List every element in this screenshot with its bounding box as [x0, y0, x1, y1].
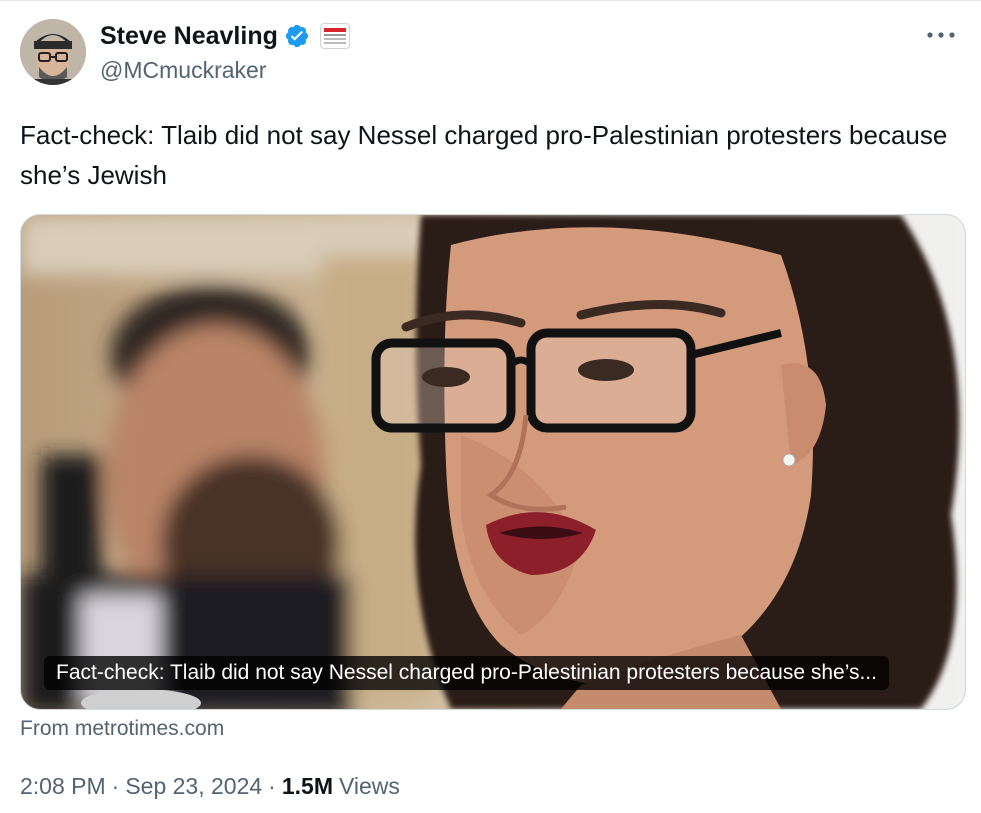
- tweet-container: Steve Neavling @MCmuckraker Fact-check: …: [0, 0, 981, 813]
- avatar-image: [20, 19, 86, 85]
- author-avatar[interactable]: [20, 19, 86, 85]
- author-display-name[interactable]: Steve Neavling: [100, 22, 278, 51]
- author-handle[interactable]: @MCmuckraker: [100, 57, 266, 84]
- affiliate-badge-icon[interactable]: [319, 23, 350, 49]
- meta-separator: ·: [111, 773, 120, 799]
- card-photo: [21, 215, 965, 709]
- verified-badge-icon: [284, 23, 310, 49]
- views-count: 1.5M: [281, 773, 333, 799]
- meta-separator: ·: [268, 773, 276, 799]
- tweet-date[interactable]: Sep 23, 2024: [125, 773, 262, 800]
- views-label: Views: [338, 773, 400, 799]
- more-options-icon[interactable]: [923, 23, 959, 47]
- author-name-row: Steve Neavling: [100, 19, 350, 53]
- tweet-time[interactable]: 2:08 PM: [20, 773, 106, 800]
- tweet-text: Fact-check: Tlaib did not say Nessel cha…: [20, 120, 948, 190]
- link-card[interactable]: Fact-check: Tlaib did not say Nessel cha…: [20, 214, 966, 710]
- card-caption: Fact-check: Tlaib did not say Nessel cha…: [44, 656, 889, 690]
- card-source-link[interactable]: From metrotimes.com: [20, 717, 224, 741]
- tweet-meta: 2:08 PM · Sep 23, 2024 · 1.5M Views: [20, 773, 400, 800]
